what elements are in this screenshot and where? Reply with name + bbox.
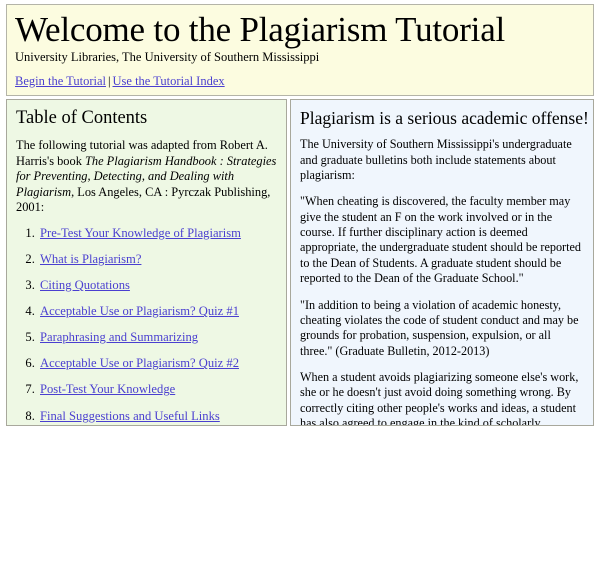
page-subtitle: University Libraries, The University of … <box>15 49 320 64</box>
list-item: Acceptable Use or Plagiarism? Quiz #2 <box>38 356 277 371</box>
toc-heading: Table of Contents <box>16 108 148 128</box>
toc-intro-paragraph: The following tutorial was adapted from … <box>16 138 277 216</box>
toc-link-2[interactable]: What is Plagiarism? <box>40 252 141 266</box>
list-item: What is Plagiarism? <box>38 252 277 267</box>
list-item: Final Suggestions and Useful Links <box>38 409 277 424</box>
list-item: Post-Test Your Knowledge <box>38 382 277 397</box>
toc-link-8[interactable]: Final Suggestions and Useful Links <box>40 409 220 423</box>
toc-list: Pre-Test Your Knowledge of Plagiarism Wh… <box>16 226 277 424</box>
toc-link-3[interactable]: Citing Quotations <box>40 278 130 292</box>
toc-link-7[interactable]: Post-Test Your Knowledge <box>40 382 175 396</box>
header-link-bar: Begin the Tutorial | Use the Tutorial Inde… <box>15 74 585 89</box>
list-item: Acceptable Use or Plagiarism? Quiz #1 <box>38 304 277 319</box>
toc-link-1[interactable]: Pre-Test Your Knowledge of Plagiarism <box>40 226 241 240</box>
offense-paragraph-1: The University of Southern Mississippi's… <box>300 137 572 182</box>
content-panels: Table of Contents The following tutorial… <box>6 99 594 426</box>
offense-paragraph-2: "When cheating is discovered, the facult… <box>300 194 582 286</box>
tutorial-index-link[interactable]: Use the Tutorial Index <box>113 74 225 88</box>
begin-tutorial-link[interactable]: Begin the Tutorial <box>15 74 106 88</box>
list-item: Paraphrasing and Summarizing <box>38 330 277 345</box>
offense-paragraph-3: "In addition to being a violation of aca… <box>300 297 579 358</box>
table-of-contents-panel: Table of Contents The following tutorial… <box>6 99 287 426</box>
toc-link-6[interactable]: Acceptable Use or Plagiarism? Quiz #2 <box>40 356 239 370</box>
toc-link-5[interactable]: Paraphrasing and Summarizing <box>40 330 198 344</box>
offense-panel: Plagiarism is a serious academic offense… <box>290 99 594 426</box>
list-item: Pre-Test Your Knowledge of Plagiarism <box>38 226 277 241</box>
page-header: Welcome to the Plagiarism Tutorial Unive… <box>6 4 594 96</box>
list-item: Citing Quotations <box>38 278 277 293</box>
offense-heading: Plagiarism is a serious academic offense… <box>300 108 589 128</box>
offense-paragraph-4: When a student avoids plagiarizing someo… <box>300 370 579 426</box>
page-title: Welcome to the Plagiarism Tutorial <box>15 10 506 49</box>
toc-link-4[interactable]: Acceptable Use or Plagiarism? Quiz #1 <box>40 304 239 318</box>
